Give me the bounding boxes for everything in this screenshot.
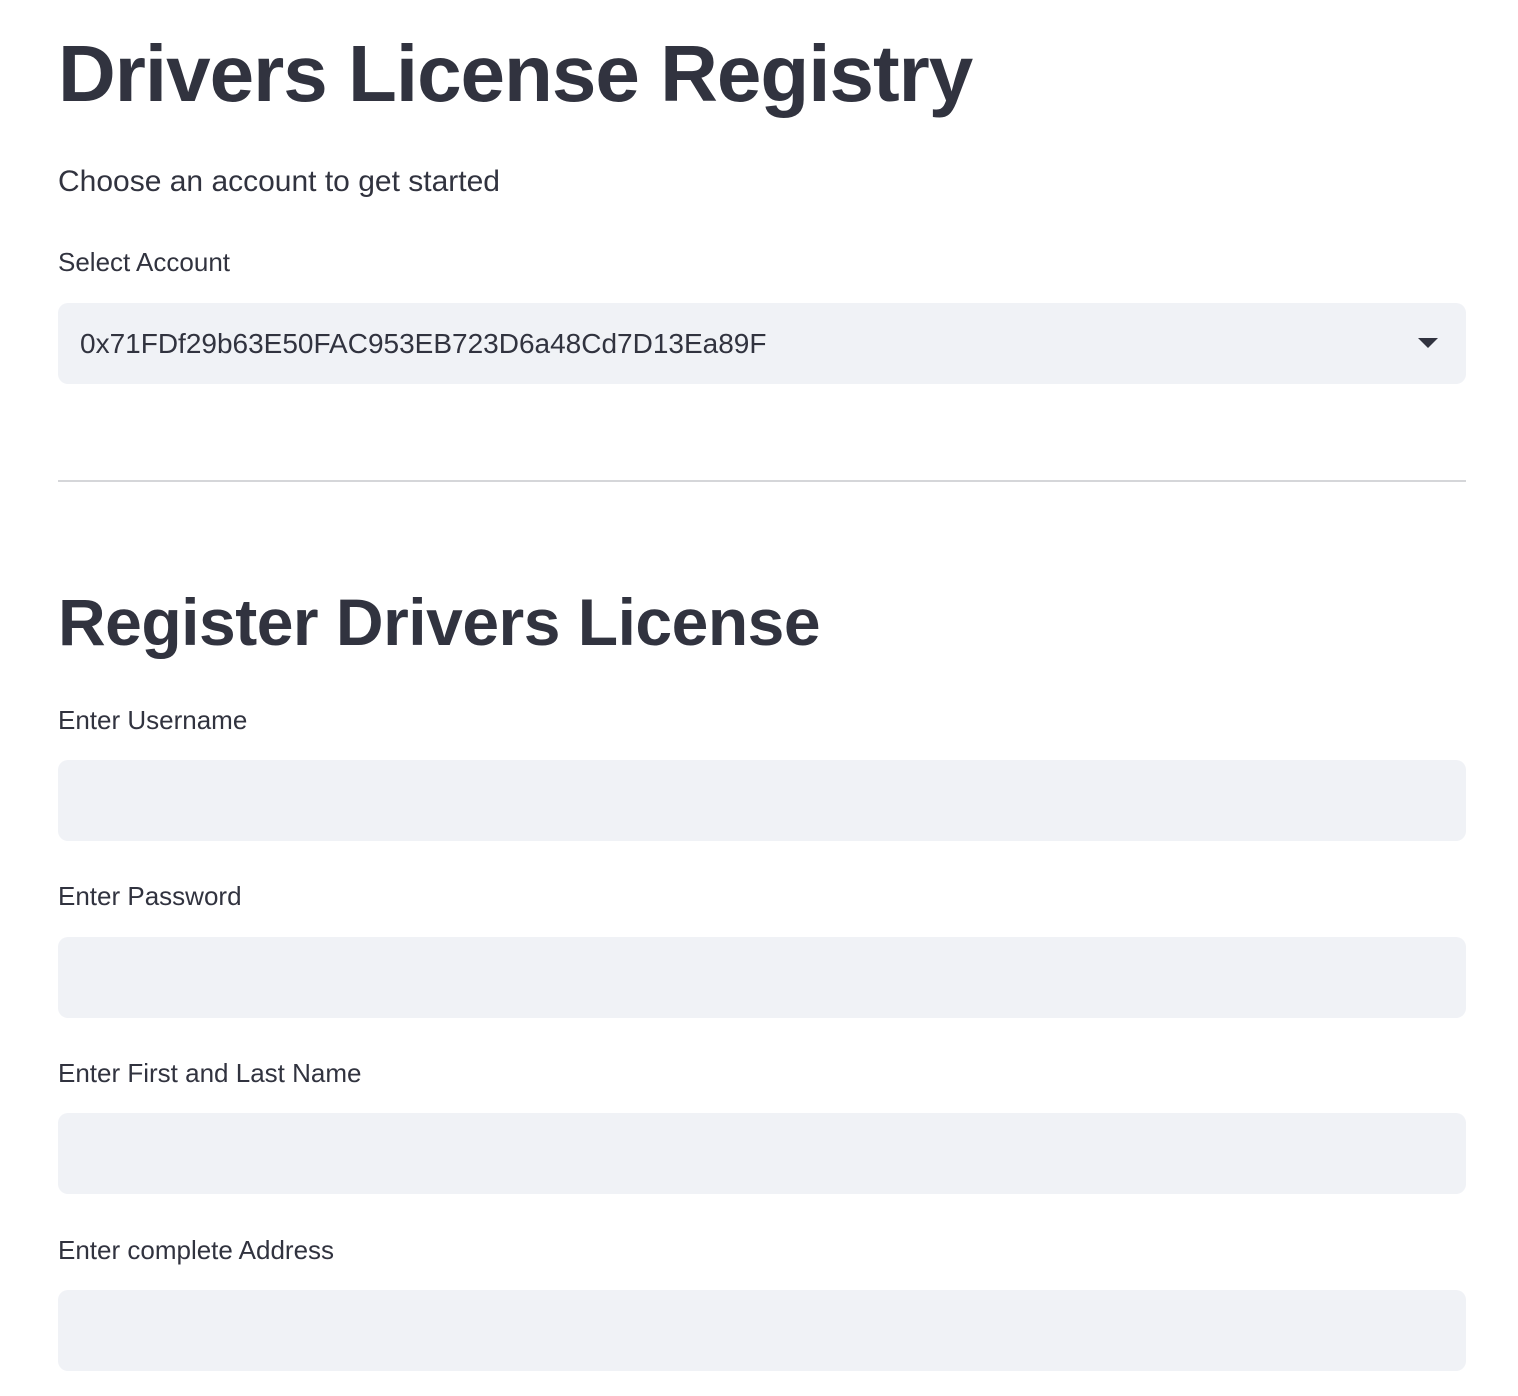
address-input[interactable] bbox=[58, 1290, 1466, 1371]
username-label: Enter Username bbox=[58, 705, 248, 735]
register-section-title: Register Drivers License bbox=[58, 585, 821, 659]
password-input[interactable] bbox=[58, 937, 1466, 1018]
section-divider bbox=[58, 480, 1466, 482]
chevron-down-icon[interactable] bbox=[1418, 338, 1438, 348]
full-name-input[interactable] bbox=[58, 1113, 1466, 1194]
username-input[interactable] bbox=[58, 760, 1466, 841]
address-label: Enter complete Address bbox=[58, 1235, 335, 1265]
password-label: Enter Password bbox=[58, 881, 242, 911]
select-account-label: Select Account bbox=[58, 247, 230, 277]
account-select-value: 0x71FDf29b63E50FAC953EB723D6a48Cd7D13Ea8… bbox=[80, 328, 767, 359]
full-name-label: Enter First and Last Name bbox=[58, 1058, 362, 1088]
page-title: Drivers License Registry bbox=[58, 29, 973, 118]
account-select[interactable]: 0x71FDf29b63E50FAC953EB723D6a48Cd7D13Ea8… bbox=[58, 303, 1466, 384]
page-subtitle: Choose an account to get started bbox=[58, 165, 500, 198]
